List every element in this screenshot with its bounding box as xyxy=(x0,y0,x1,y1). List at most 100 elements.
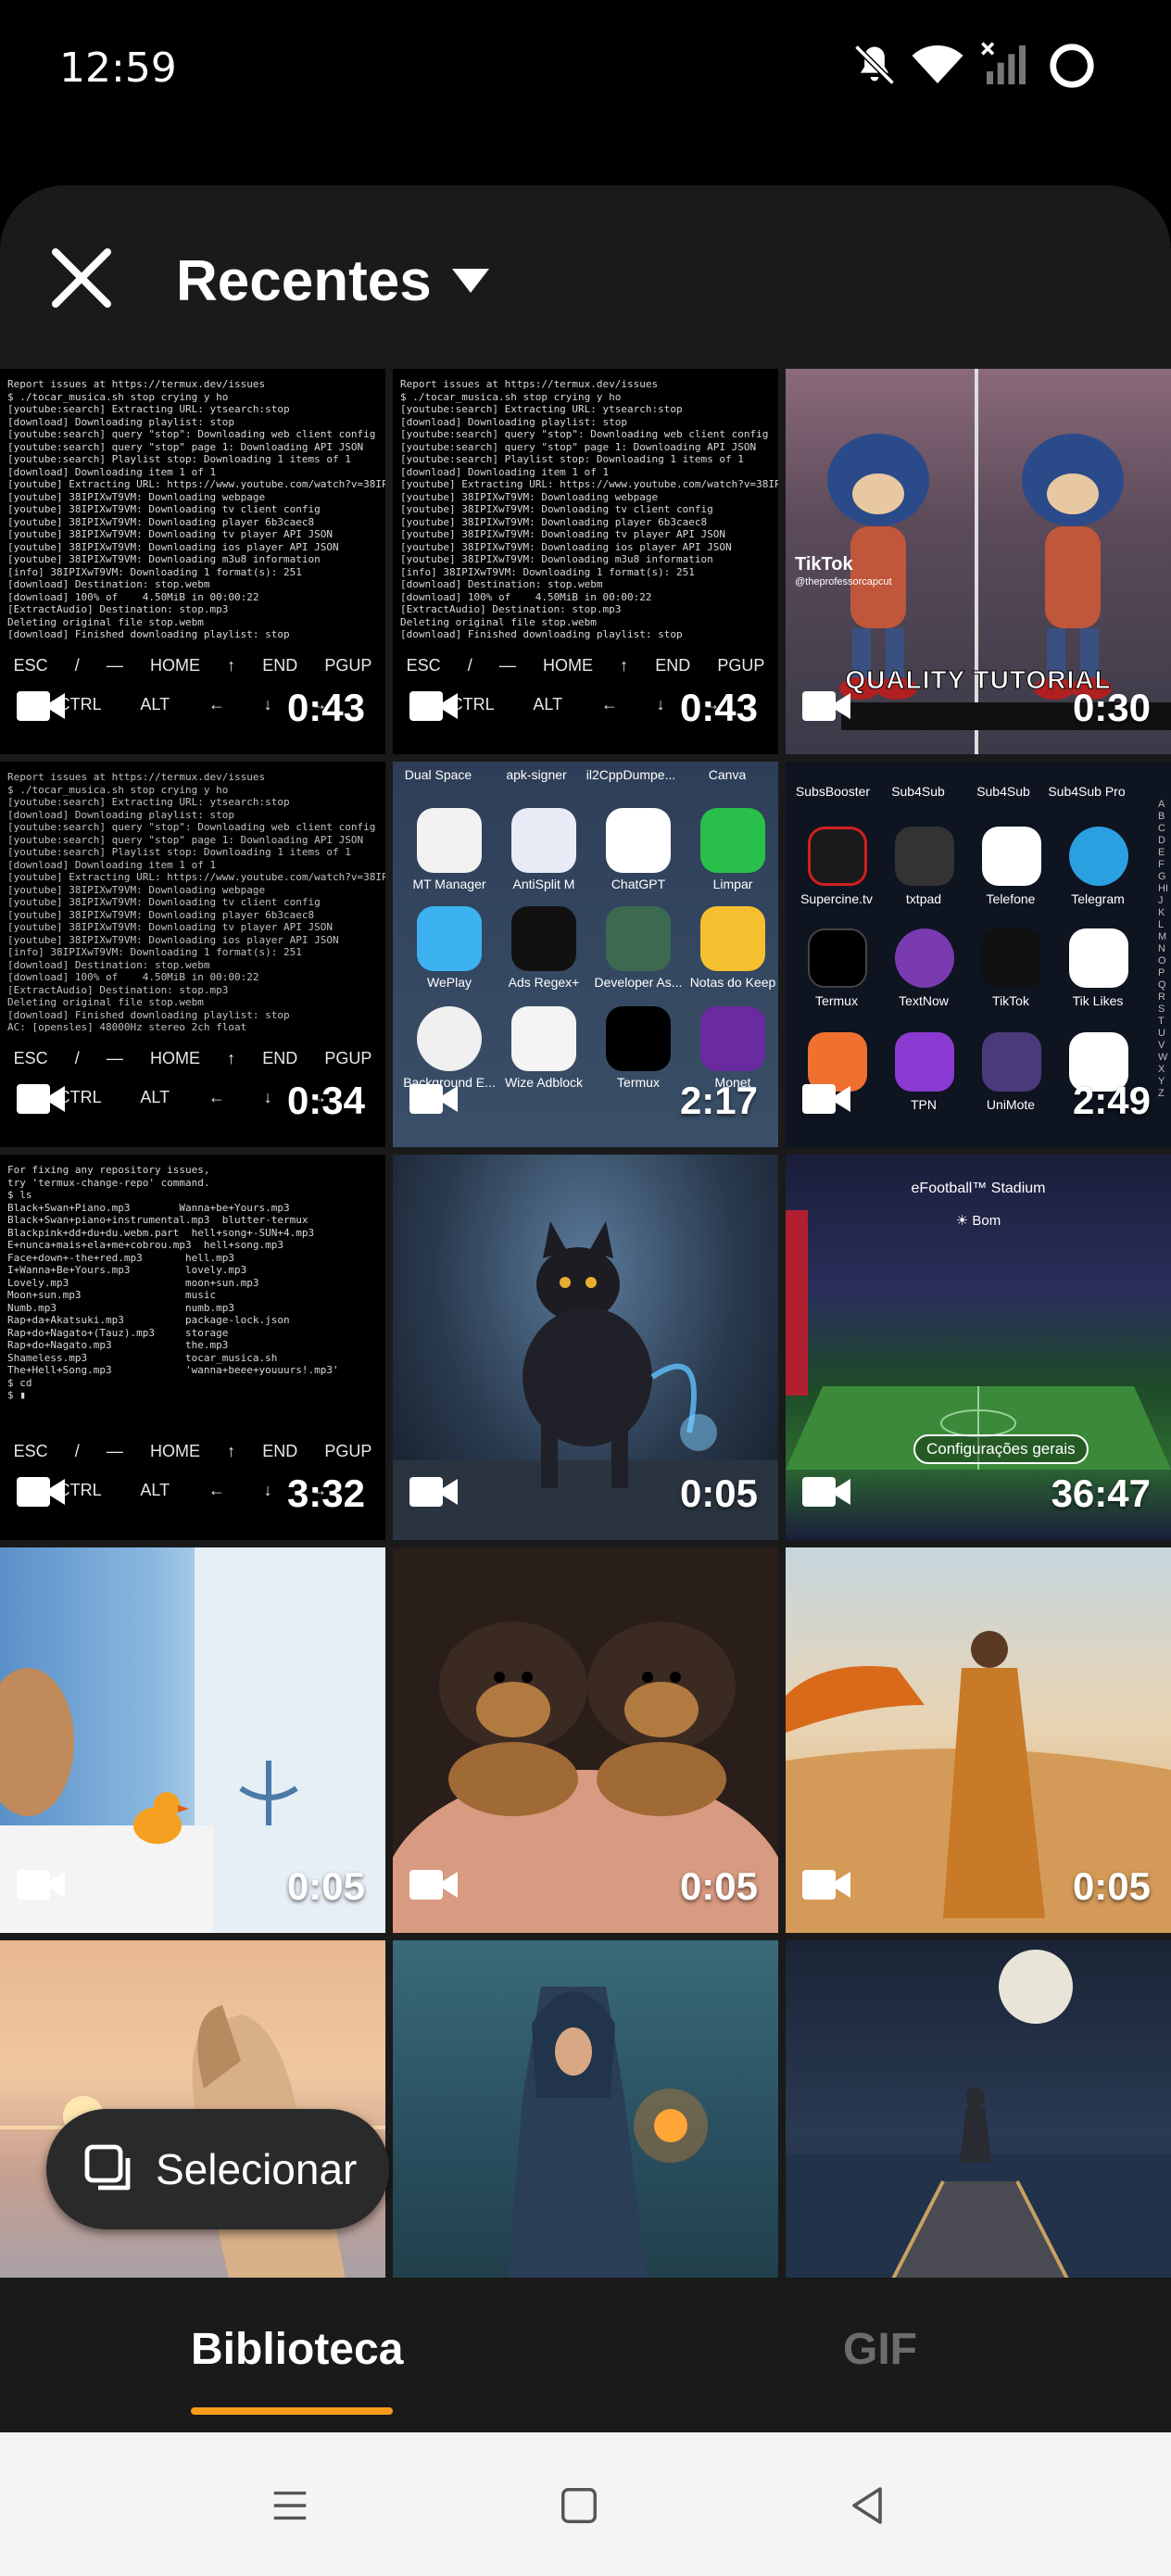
video-camera-icon xyxy=(802,1477,850,1507)
media-tile[interactable]: eFootball™ Stadium ☀ Bom Configurações g… xyxy=(786,1155,1171,1540)
key-label: ↑ xyxy=(227,656,236,675)
key-label: ↑ xyxy=(227,1049,236,1067)
key-label: PGUP xyxy=(324,1442,372,1460)
close-icon[interactable] xyxy=(44,241,119,315)
app-icon xyxy=(1069,928,1128,988)
key-label: HOME xyxy=(149,656,200,675)
media-tile[interactable]: For fixing any repository issues, try 't… xyxy=(0,1155,385,1540)
key-label: PGUP xyxy=(717,656,765,675)
app-label: Canva xyxy=(708,767,747,782)
app-icon xyxy=(808,827,867,886)
video-duration: 0:43 xyxy=(679,686,758,729)
select-button[interactable]: Selecionar xyxy=(46,2109,389,2229)
app-icon xyxy=(606,1006,671,1071)
multi-select-icon xyxy=(84,2144,131,2191)
video-camera-icon xyxy=(409,691,458,721)
key-label: HOME xyxy=(149,1049,200,1067)
key-label: — xyxy=(498,656,516,675)
key-label: ↑ xyxy=(227,1442,236,1460)
video-camera-icon xyxy=(17,1084,65,1114)
app-label: il2CppDumpe... xyxy=(586,767,676,782)
key-label: — xyxy=(106,656,123,675)
media-tile[interactable]: 0:05 xyxy=(0,1547,385,1933)
key-label: ALT xyxy=(140,1481,170,1499)
app-label: WePlay xyxy=(427,975,472,990)
terminal-text: $ ./tocar_musica.sh stop crying y ho xyxy=(400,390,622,403)
key-label: ↓ xyxy=(656,695,665,713)
alphabet-scroller[interactable]: ABCDEFGHIJKLMNOPQRSTUVWXYZ xyxy=(1158,799,1169,1100)
key-label: ESC xyxy=(406,656,441,675)
terminal-text: Report issues at https://termux.dev/issu… xyxy=(7,771,266,783)
key-label: ↓ xyxy=(263,1481,272,1499)
key-label: ↓ xyxy=(263,695,272,713)
media-picker-sheet: Recentes Report issues at https://termux… xyxy=(0,185,1171,2432)
app-icon xyxy=(895,928,954,988)
media-tile[interactable]: Dual Space apk-signer il2CppDumpe... Can… xyxy=(393,762,778,1147)
key-label: HOME xyxy=(542,656,593,675)
key-label: HOME xyxy=(149,1442,200,1460)
album-dropdown[interactable]: Recentes xyxy=(176,248,489,313)
video-camera-icon xyxy=(17,691,65,721)
app-label: Tik Likes xyxy=(1072,993,1124,1008)
media-tile[interactable]: 0:05 xyxy=(786,1547,1171,1933)
media-tile[interactable]: 0:05 xyxy=(393,1155,778,1540)
app-label: apk-signer xyxy=(506,767,567,782)
key-label: ALT xyxy=(140,695,170,713)
key-label: END xyxy=(262,656,298,675)
media-tile[interactable]: Report issues at https://termux.dev/issu… xyxy=(0,762,385,1147)
app-icon xyxy=(700,1006,765,1071)
menu-icon[interactable] xyxy=(269,2484,311,2527)
tab-gif[interactable]: GIF xyxy=(843,2324,917,2375)
media-tile[interactable]: SubsBooster Sub4Sub Sub4Sub Sub4Sub Pro … xyxy=(786,762,1171,1147)
loading-circle-icon xyxy=(1050,44,1094,88)
video-duration: 2:17 xyxy=(679,1079,758,1122)
app-icon xyxy=(895,1032,954,1092)
app-icon xyxy=(700,808,765,873)
app-label: Wize Adblock xyxy=(504,1075,584,1090)
app-icon xyxy=(808,928,867,988)
app-label: MT Manager xyxy=(412,877,486,891)
media-tile[interactable] xyxy=(393,1940,778,2326)
home-square-icon[interactable] xyxy=(558,2484,600,2527)
back-triangle-icon[interactable] xyxy=(845,2482,889,2529)
app-label: Sub4Sub Pro xyxy=(1048,784,1126,799)
key-label: / xyxy=(467,656,472,675)
app-label: Termux xyxy=(617,1075,660,1090)
app-label: Developer As... xyxy=(594,975,683,990)
no-signal-icon xyxy=(981,42,1026,84)
key-label: ESC xyxy=(13,1049,48,1067)
media-tile[interactable]: Report issues at https://termux.dev/issu… xyxy=(0,369,385,754)
app-label: UniMote xyxy=(986,1097,1036,1112)
video-camera-icon xyxy=(802,1084,850,1114)
video-duration: 0:05 xyxy=(679,1864,758,1908)
status-bar: 12:59 xyxy=(0,0,1171,130)
media-tile[interactable]: TikTok @theprofessorcapcut QUALITY TUTOR… xyxy=(786,369,1171,754)
media-tile[interactable]: 0:05 xyxy=(393,1547,778,1933)
terminal-text: $ ./tocar_musica.sh stop crying y ho xyxy=(7,783,229,796)
tab-bar: Biblioteca GIF xyxy=(0,2278,1171,2432)
video-camera-icon xyxy=(802,691,850,721)
tab-biblioteca[interactable]: Biblioteca xyxy=(191,2324,403,2375)
key-label: PGUP xyxy=(324,1049,372,1067)
album-title: Recentes xyxy=(176,248,432,313)
video-duration: 0:05 xyxy=(1072,1864,1151,1908)
tiktok-handle: @theprofessorcapcut xyxy=(795,576,892,587)
key-label: ESC xyxy=(13,656,48,675)
key-label: ← xyxy=(600,695,618,713)
select-label: Selecionar xyxy=(156,2145,358,2193)
terminal-text: Report issues at https://termux.dev/issu… xyxy=(400,378,659,390)
video-camera-icon xyxy=(802,1870,850,1900)
app-icon xyxy=(417,808,482,873)
video-camera-icon xyxy=(17,1477,65,1507)
media-tile[interactable] xyxy=(786,1940,1171,2326)
key-label: / xyxy=(74,1049,80,1067)
app-icon xyxy=(982,1032,1041,1092)
video-duration: 3:32 xyxy=(286,1471,365,1515)
tiktok-brand: TikTok xyxy=(795,554,853,575)
video-duration: 0:05 xyxy=(679,1471,758,1515)
wizard-thumbnail xyxy=(393,1940,778,2326)
app-icon xyxy=(511,1006,576,1071)
app-icon xyxy=(982,928,1041,988)
media-tile[interactable]: Report issues at https://termux.dev/issu… xyxy=(393,369,778,754)
app-icon xyxy=(700,906,765,971)
